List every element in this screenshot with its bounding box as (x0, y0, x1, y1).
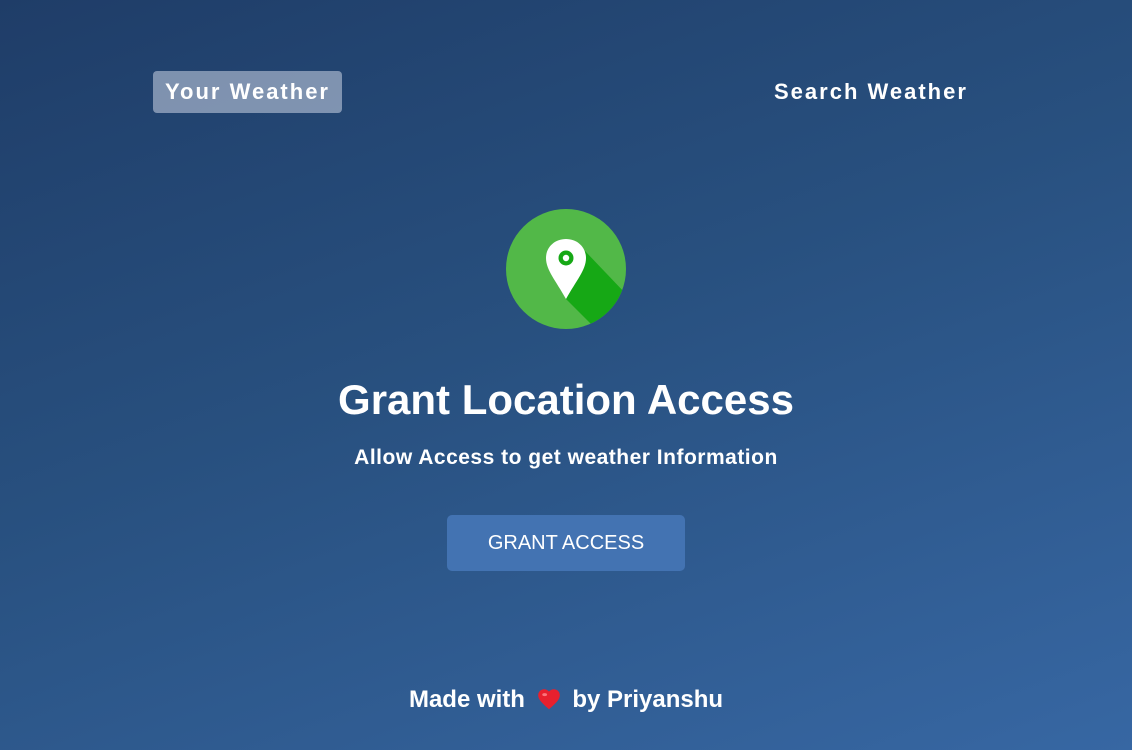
footer-suffix: by Priyanshu (572, 686, 724, 713)
grant-subtitle: Allow Access to get weather Information (354, 446, 778, 469)
grant-access-button[interactable]: GRANT ACCESS (447, 515, 685, 571)
tab-search-weather[interactable]: Search Weather (762, 71, 980, 113)
grant-title: Grant Location Access (338, 376, 794, 423)
heart-icon (537, 688, 560, 709)
footer-prefix: Made with (408, 686, 525, 713)
tab-bar: Your Weather Search Weather (153, 71, 973, 113)
grant-location-container: Grant Location Access Allow Access to ge… (0, 209, 1132, 571)
footer: Made with by Priyanshu (0, 684, 1132, 716)
tab-your-weather[interactable]: Your Weather (153, 71, 342, 113)
location-pin-icon (506, 209, 626, 329)
